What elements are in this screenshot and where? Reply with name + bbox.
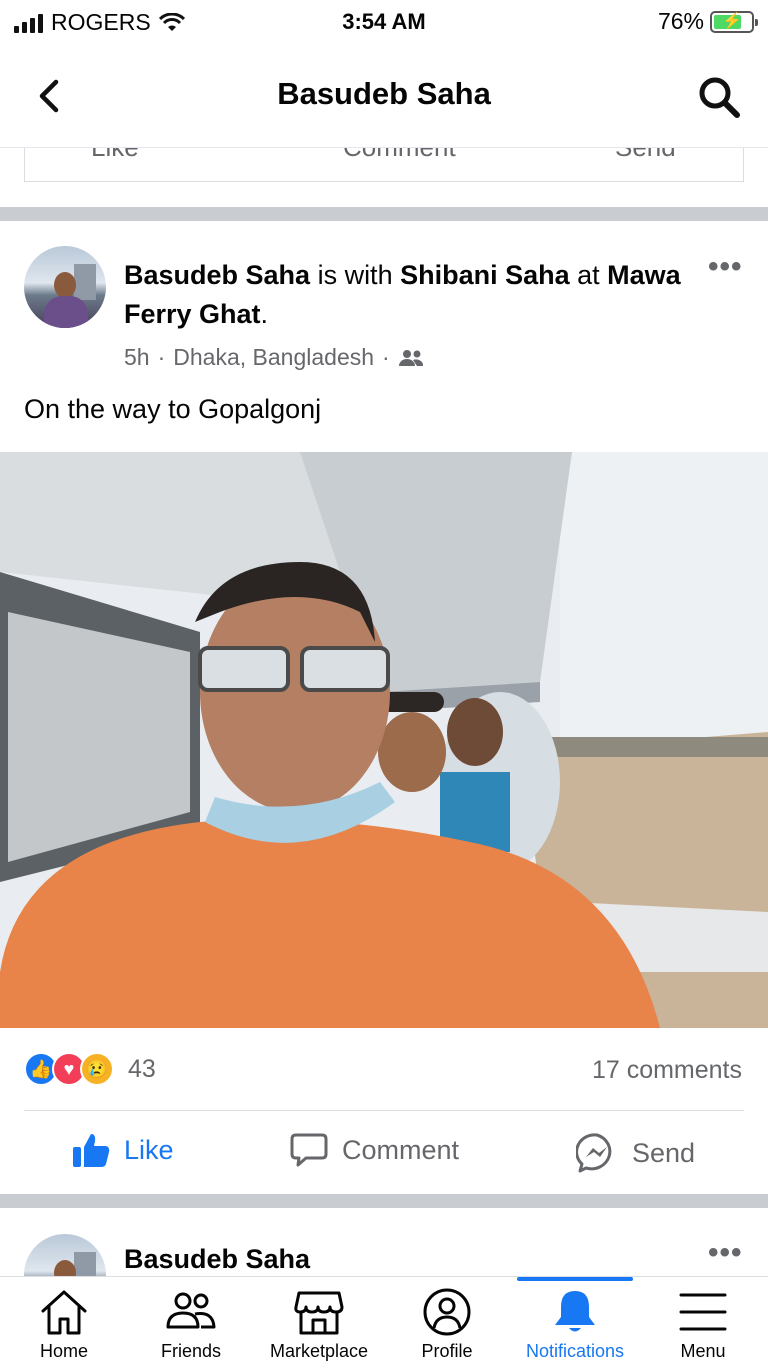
meta-dot: ·: [157, 344, 166, 370]
prev-like-button[interactable]: Like: [91, 148, 139, 163]
period: .: [260, 299, 269, 329]
avatar[interactable]: [24, 246, 106, 328]
send-button[interactable]: Send: [576, 1132, 695, 1174]
status-bar: ROGERS 3:54 AM 76% ⚡: [0, 0, 768, 44]
tagged-name[interactable]: Shibani Saha: [400, 260, 570, 290]
sad-reaction-icon: 😢: [80, 1052, 114, 1086]
post-text: On the way to Gopalgonj: [24, 394, 322, 424]
reaction-count: 43: [128, 1054, 156, 1083]
battery-percent: 76%: [657, 8, 704, 34]
comment-label: Comment: [342, 1134, 460, 1165]
post-location[interactable]: Dhaka, Bangladesh: [173, 344, 374, 371]
prev-send-button[interactable]: Send: [615, 148, 676, 163]
tab-marketplace-label: Marketplace: [269, 1341, 369, 1361]
battery-icon: ⚡: [710, 10, 758, 33]
post-actions: Like Comment Send: [0, 1116, 768, 1194]
tab-menu[interactable]: Menu: [639, 1277, 767, 1368]
like-label: Like: [124, 1134, 174, 1165]
page-header: Basudeb Saha: [0, 44, 768, 148]
comment-icon: [290, 1133, 328, 1167]
reaction-summary[interactable]: 👍 ♥ 😢 43: [24, 1052, 156, 1086]
comments-count[interactable]: 17 comments: [592, 1056, 742, 1085]
clock: 3:54 AM: [342, 9, 426, 34]
tab-notifications[interactable]: Notifications: [511, 1277, 639, 1368]
post-meta: 5h · Dhaka, Bangladesh ·: [124, 344, 424, 371]
search-icon[interactable]: [696, 74, 742, 120]
like-button[interactable]: Like: [72, 1132, 174, 1168]
friends-icon: [166, 1292, 216, 1329]
battery-info: 76% ⚡: [657, 8, 758, 35]
post-photo[interactable]: [0, 452, 768, 1028]
tab-profile-label: Profile: [421, 1341, 473, 1361]
next-post-author[interactable]: Basudeb Saha: [124, 1244, 310, 1275]
more-options-icon[interactable]: •••: [708, 1238, 748, 1268]
send-label: Send: [632, 1137, 696, 1168]
friends-icon: [398, 349, 423, 366]
with-text: is with: [310, 260, 401, 290]
tab-home[interactable]: Home: [0, 1277, 128, 1368]
at-text: at: [569, 260, 608, 290]
bell-icon: [555, 1291, 595, 1332]
comment-button[interactable]: Comment: [290, 1132, 459, 1168]
action-separator: [24, 1110, 744, 1111]
prev-comment-button[interactable]: Comment: [343, 148, 456, 163]
tab-notifications-label: Notifications: [525, 1341, 625, 1361]
tab-friends-label: Friends: [160, 1341, 222, 1361]
messenger-icon: [576, 1133, 612, 1173]
post-time[interactable]: 5h: [124, 344, 150, 371]
tab-marketplace[interactable]: Marketplace: [255, 1277, 383, 1368]
tab-home-label: Home: [39, 1341, 88, 1361]
menu-icon: [679, 1293, 727, 1331]
page-title: Basudeb Saha: [277, 76, 491, 111]
post-divider: [0, 207, 768, 221]
post-header: Basudeb Saha is with Shibani Saha at Maw…: [124, 256, 684, 334]
post-divider: [0, 1194, 768, 1208]
tab-profile[interactable]: Profile: [383, 1277, 511, 1368]
author-name[interactable]: Basudeb Saha: [124, 260, 310, 290]
more-options-icon[interactable]: •••: [708, 252, 748, 282]
marketplace-icon: [294, 1291, 344, 1335]
meta-dot: ·: [382, 344, 390, 370]
profile-icon: [423, 1288, 471, 1336]
tab-friends[interactable]: Friends: [127, 1277, 255, 1368]
previous-post-actions: Like Comment Send: [24, 148, 744, 182]
bottom-tab-bar: Home Friends Marketplace Profile Notific…: [0, 1276, 768, 1368]
thumbs-up-icon: [73, 1134, 110, 1167]
home-icon: [41, 1290, 87, 1335]
tab-menu-label: Menu: [680, 1341, 726, 1361]
